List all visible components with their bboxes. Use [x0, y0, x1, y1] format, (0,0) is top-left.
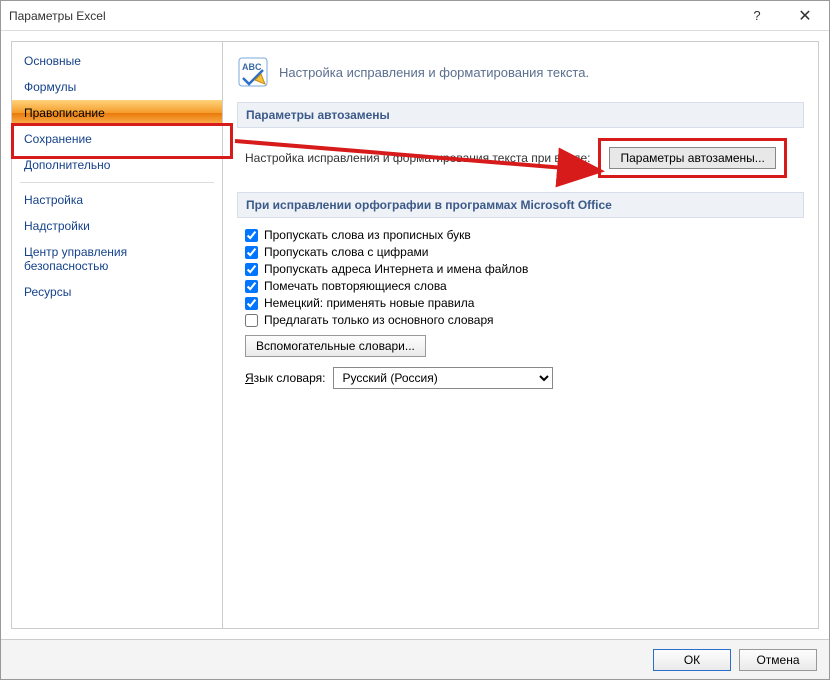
checkbox-label: Предлагать только из основного словаря: [264, 313, 493, 327]
titlebar: Параметры Excel ? ✕: [1, 1, 829, 31]
checkbox-label: Пропускать слова из прописных букв: [264, 228, 471, 242]
checkbox-input[interactable]: [245, 314, 258, 327]
sidebar-item-label: Основные: [24, 54, 81, 68]
spellcheck-icon: ABC: [237, 56, 269, 88]
checkbox-urls[interactable]: Пропускать адреса Интернета и имена файл…: [245, 262, 804, 276]
checkbox-german[interactable]: Немецкий: применять новые правила: [245, 296, 804, 310]
sidebar-item-label: Сохранение: [24, 132, 92, 146]
dialog-footer: ОК Отмена: [1, 639, 829, 679]
sidebar-item-nastroika[interactable]: Настройка: [12, 187, 222, 213]
checkbox-input[interactable]: [245, 297, 258, 310]
content-header: Настройка исправления и форматирования т…: [279, 65, 589, 80]
sidebar-item-label: Надстройки: [24, 219, 90, 233]
autoreplace-params-button[interactable]: Параметры автозамены...: [609, 147, 775, 169]
checkbox-numbers[interactable]: Пропускать слова с цифрами: [245, 245, 804, 259]
titlebar-title: Параметры Excel: [9, 9, 741, 23]
checkbox-input[interactable]: [245, 263, 258, 276]
sidebar-item-formuly[interactable]: Формулы: [12, 74, 222, 100]
checkbox-repeated[interactable]: Помечать повторяющиеся слова: [245, 279, 804, 293]
sidebar-item-label: Центр управления безопасностью: [24, 245, 127, 273]
sidebar-item-label: Формулы: [24, 80, 76, 94]
close-icon[interactable]: ✕: [789, 6, 821, 26]
checkbox-input[interactable]: [245, 229, 258, 242]
svg-text:ABC: ABC: [242, 62, 262, 72]
sidebar-item-label: Правописание: [24, 106, 105, 120]
sidebar: Основные Формулы Правописание Сохранение…: [11, 41, 223, 629]
sidebar-item-pravopisanie[interactable]: Правописание: [12, 100, 222, 126]
checkbox-label: Немецкий: применять новые правила: [264, 296, 474, 310]
sidebar-item-nadstroiki[interactable]: Надстройки: [12, 213, 222, 239]
sidebar-item-label: Дополнительно: [24, 158, 110, 172]
sidebar-item-label: Настройка: [24, 193, 83, 207]
annotation-highlight-button: Параметры автозамены...: [598, 138, 786, 178]
custom-dictionaries-button[interactable]: Вспомогательные словари...: [245, 335, 426, 357]
checkbox-label: Помечать повторяющиеся слова: [264, 279, 447, 293]
checkbox-uppercase[interactable]: Пропускать слова из прописных букв: [245, 228, 804, 242]
button-label: ОК: [684, 653, 700, 667]
button-label: Параметры автозамены...: [620, 151, 764, 165]
content-panel: ABC Настройка исправления и форматирован…: [223, 41, 819, 629]
autoreplace-desc: Настройка исправления и форматирования т…: [245, 151, 590, 165]
sidebar-item-dopolnitelno[interactable]: Дополнительно: [12, 152, 222, 178]
cancel-button[interactable]: Отмена: [739, 649, 817, 671]
sidebar-separator: [20, 182, 214, 183]
sidebar-item-sokhranenie[interactable]: Сохранение: [12, 126, 222, 152]
section-autoreplace-title: Параметры автозамены: [237, 102, 804, 128]
checkbox-input[interactable]: [245, 280, 258, 293]
sidebar-item-trust-center[interactable]: Центр управления безопасностью: [12, 239, 222, 279]
button-label: Вспомогательные словари...: [256, 339, 415, 353]
checkbox-input[interactable]: [245, 246, 258, 259]
checkbox-main-dict[interactable]: Предлагать только из основного словаря: [245, 313, 804, 327]
help-icon[interactable]: ?: [741, 8, 773, 23]
dictionary-language-select[interactable]: Русский (Россия): [333, 367, 553, 389]
button-label: Отмена: [756, 653, 799, 667]
checkbox-label: Пропускать адреса Интернета и имена файл…: [264, 262, 528, 276]
ok-button[interactable]: ОК: [653, 649, 731, 671]
dictionary-language-label: Язык словаря:: [245, 371, 325, 385]
sidebar-item-resursy[interactable]: Ресурсы: [12, 279, 222, 305]
sidebar-item-label: Ресурсы: [24, 285, 71, 299]
sidebar-item-osnovnye[interactable]: Основные: [12, 48, 222, 74]
checkbox-label: Пропускать слова с цифрами: [264, 245, 428, 259]
section-spellcheck-title: При исправлении орфографии в программах …: [237, 192, 804, 218]
